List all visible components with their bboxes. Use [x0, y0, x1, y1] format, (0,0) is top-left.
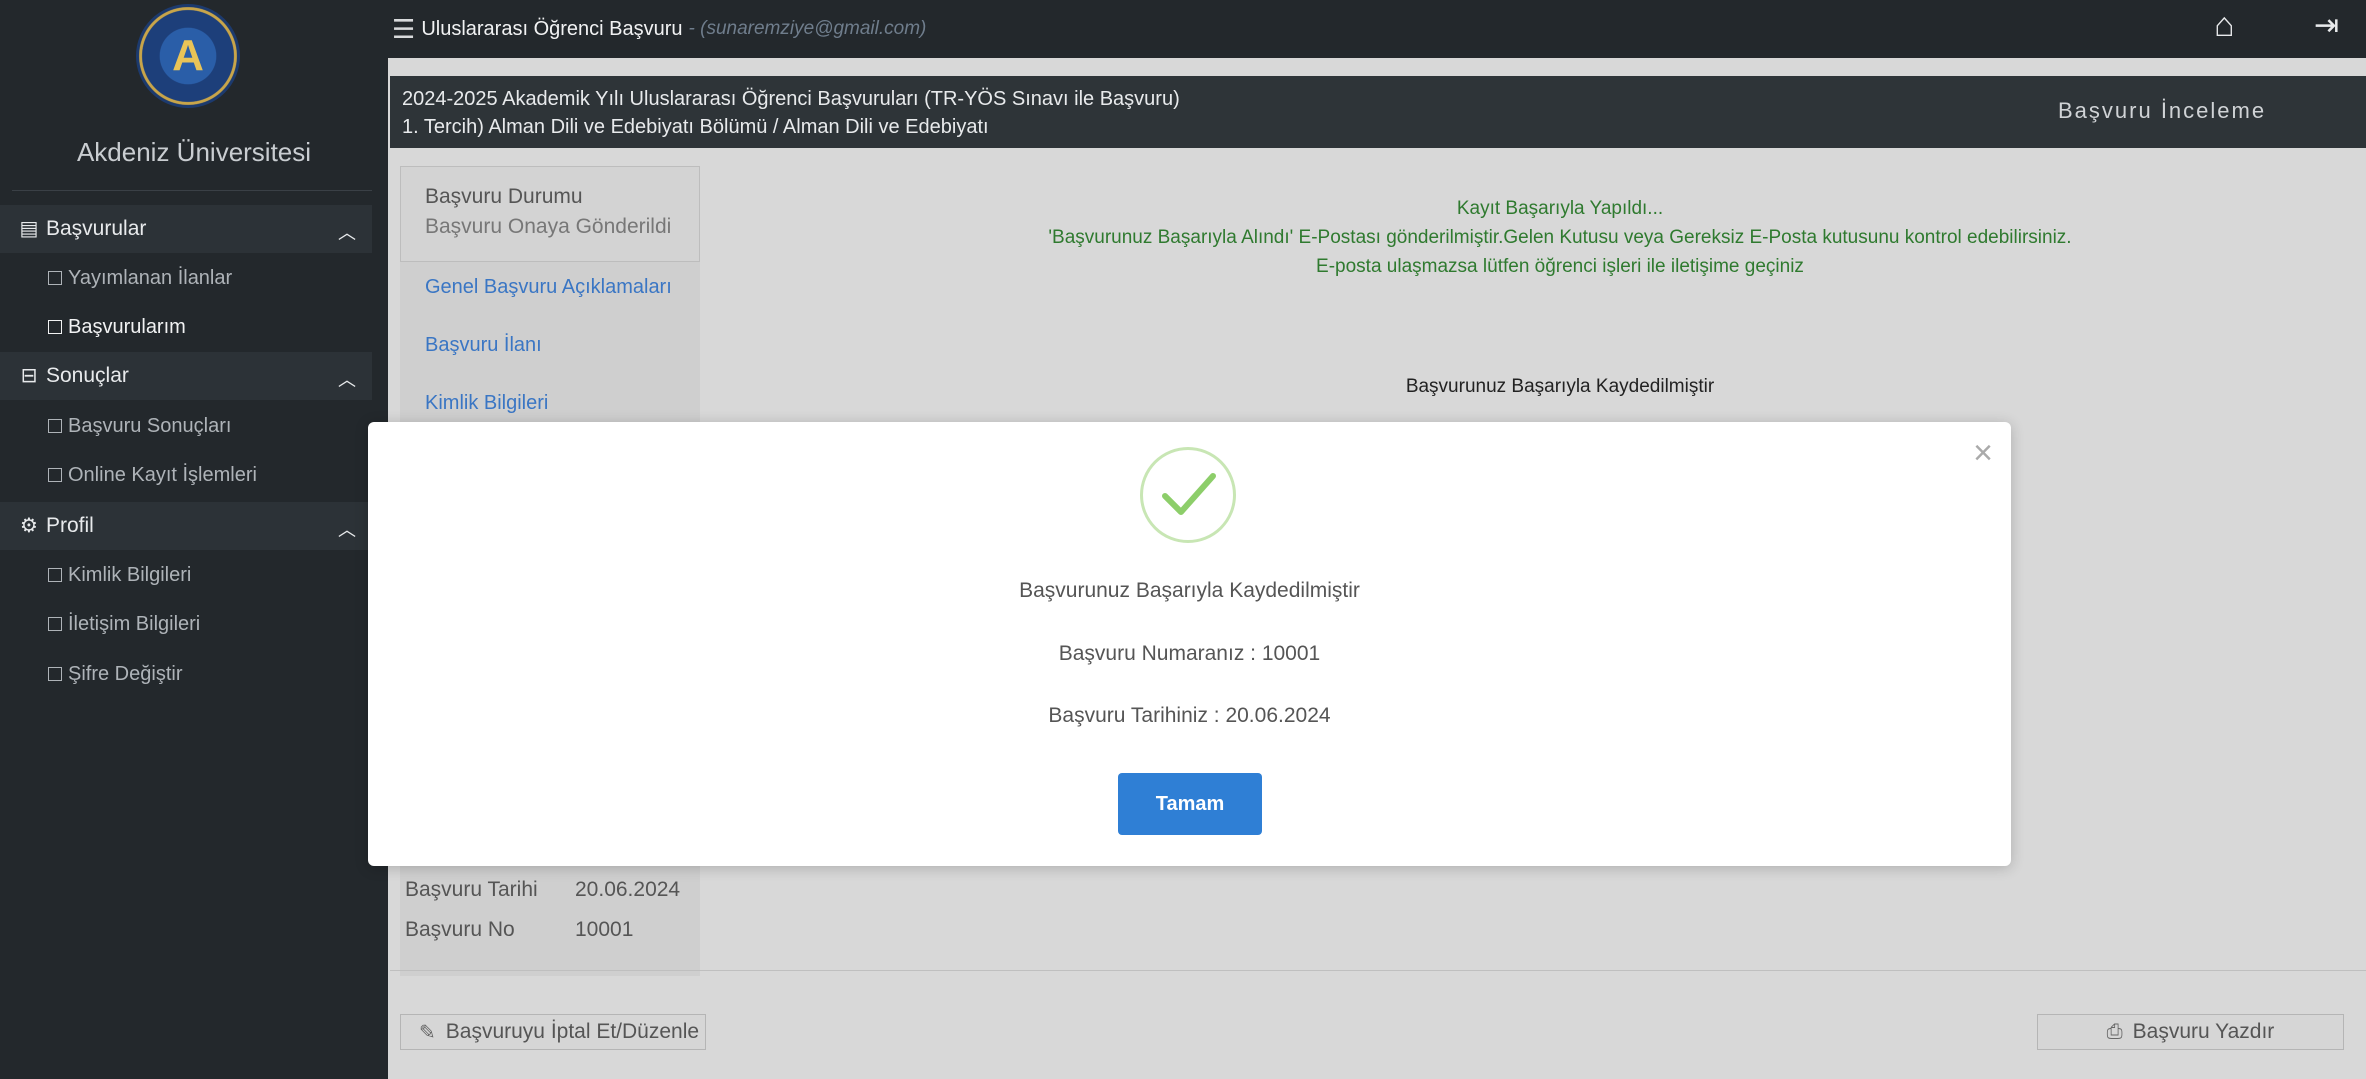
detail-value: 20.06.2024 — [575, 878, 681, 901]
link-kimlik-bilgileri[interactable]: Kimlik Bilgileri — [425, 392, 548, 415]
sidebar-item-online-kayit[interactable]: Online Kayıt İşlemleri — [48, 457, 257, 493]
square-icon — [48, 419, 62, 433]
status-value: Başvuru Onaya Gönderildi — [425, 215, 672, 238]
sidebar-item-kimlik-bilgileri[interactable]: Kimlik Bilgileri — [48, 557, 191, 593]
square-icon — [48, 468, 62, 482]
sidebar-section-label: Sonuçlar — [46, 364, 129, 387]
modal-number-text: Başvuru Numaranız : 10001 — [1058, 642, 1321, 665]
sidebar-item-label: Yayımlanan İlanlar — [68, 266, 233, 289]
success-message-line3: E-posta ulaşmazsa lütfen öğrenci işleri … — [1316, 256, 1804, 277]
saved-message: Başvurunuz Başarıyla Kaydedilmiştir — [1405, 376, 1715, 397]
sidebar-item-yayimlanan-ilanlar[interactable]: Yayımlanan İlanlar — [48, 260, 232, 296]
status-title: Başvuru Durumu — [425, 185, 583, 208]
sidebar-item-label: Başvurularım — [68, 315, 186, 338]
hamburger-menu-icon[interactable]: ☰ — [392, 14, 415, 45]
sidebar-item-label: Kimlik Bilgileri — [68, 563, 192, 586]
inbox-icon: ⊟ — [20, 365, 38, 387]
sidebar-item-basvurularim[interactable]: Başvurularım — [48, 309, 186, 345]
sidebar-divider — [12, 190, 372, 191]
printer-icon: ⎙ — [2106, 1020, 2123, 1043]
app-title: Uluslararası Öğrenci Başvuru — [421, 17, 683, 40]
detail-label: Başvuru Tarihi — [405, 878, 538, 901]
university-name: Akdeniz Üniversitesi — [76, 137, 312, 167]
header-right-label: Başvuru İnceleme — [2058, 98, 2267, 123]
cancel-edit-label: Başvuruyu İptal Et/Düzenle — [445, 1020, 700, 1043]
sidebar: A Akdeniz Üniversitesi ▤ Başvurular ︿ Ya… — [0, 0, 388, 1079]
print-label: Başvuru Yazdır — [2132, 1020, 2275, 1043]
square-icon — [48, 667, 62, 681]
detail-label: Başvuru No — [405, 918, 515, 941]
header-line2: 1. Tercih) Alman Dili ve Edebiyatı Bölüm… — [402, 116, 989, 138]
logout-icon[interactable]: ⇥ — [2314, 8, 2339, 43]
square-icon — [48, 617, 62, 631]
sidebar-section-label: Profil — [46, 514, 94, 537]
success-modal: × Başvurunuz Başarıyla Kaydedilmiştir Ba… — [368, 422, 2011, 866]
success-message-line1: Kayıt Başarıyla Yapıldı... — [1456, 198, 1664, 219]
home-icon[interactable]: ⌂ — [2214, 6, 2235, 45]
sidebar-item-label: Online Kayıt İşlemleri — [68, 463, 257, 486]
detail-row-no: Başvuru No 10001 — [405, 918, 633, 942]
ok-button[interactable]: Tamam — [1118, 773, 1262, 835]
sidebar-item-label: İletişim Bilgileri — [68, 612, 201, 635]
sidebar-section-label: Başvurular — [46, 217, 147, 240]
status-box: Başvuru Durumu Başvuru Onaya Gönderildi — [400, 166, 700, 262]
link-basvuru-ilani[interactable]: Başvuru İlanı — [425, 334, 542, 357]
sidebar-item-label: Başvuru Sonuçları — [68, 414, 232, 437]
edit-icon: ✎ — [419, 1021, 436, 1044]
university-logo: A — [136, 4, 240, 108]
success-check-icon — [1140, 447, 1236, 543]
detail-value: 10001 — [575, 918, 634, 941]
chevron-up-icon[interactable]: ︿ — [338, 219, 356, 245]
sidebar-section-profil[interactable]: ⚙ Profil ︿ — [0, 502, 372, 550]
square-icon — [48, 320, 62, 334]
checkmark-icon — [1162, 473, 1216, 515]
sidebar-item-iletisim-bilgileri[interactable]: İletişim Bilgileri — [48, 606, 200, 642]
user-email: - (sunaremziye@gmail.com) — [688, 18, 927, 39]
cancel-edit-button[interactable]: ✎ Başvuruyu İptal Et/Düzenle — [400, 1014, 706, 1050]
sidebar-section-basvurular[interactable]: ▤ Başvurular ︿ — [0, 205, 372, 253]
chevron-up-icon[interactable]: ︿ — [338, 516, 356, 542]
bottom-divider — [390, 970, 2366, 971]
sidebar-item-sifre-degistir[interactable]: Şifre Değiştir — [48, 656, 182, 692]
detail-row-date: Başvuru Tarihi 20.06.2024 — [405, 878, 680, 902]
success-message-line2: 'Başvurunuz Başarıyla Alındı' E-Postası … — [1048, 227, 2072, 248]
sidebar-item-basvuru-sonuclari[interactable]: Başvuru Sonuçları — [48, 408, 231, 444]
gears-icon: ⚙ — [20, 515, 38, 537]
link-genel-aciklamalar[interactable]: Genel Başvuru Açıklamaları — [425, 276, 672, 299]
chevron-up-icon[interactable]: ︿ — [338, 366, 356, 392]
sidebar-item-label: Şifre Değiştir — [68, 662, 183, 685]
sidebar-section-sonuclar[interactable]: ⊟ Sonuçlar ︿ — [0, 352, 372, 400]
square-icon — [48, 568, 62, 582]
application-header: 2024-2025 Akademik Yılı Uluslararası Öğr… — [390, 76, 2366, 148]
close-icon[interactable]: × — [1973, 436, 1993, 470]
server-icon: ▤ — [19, 218, 39, 240]
square-icon — [48, 271, 62, 285]
header-line1: 2024-2025 Akademik Yılı Uluslararası Öğr… — [402, 88, 1180, 110]
print-button[interactable]: ⎙ Başvuru Yazdır — [2037, 1014, 2344, 1050]
university-logo-icon: A — [136, 4, 240, 108]
modal-date-text: Başvuru Tarihiniz : 20.06.2024 — [1048, 704, 1331, 727]
top-bar: ☰ Uluslararası Öğrenci Başvuru - (sunare… — [388, 0, 2366, 58]
modal-message: Başvurunuz Başarıyla Kaydedilmiştir — [1019, 579, 1360, 602]
